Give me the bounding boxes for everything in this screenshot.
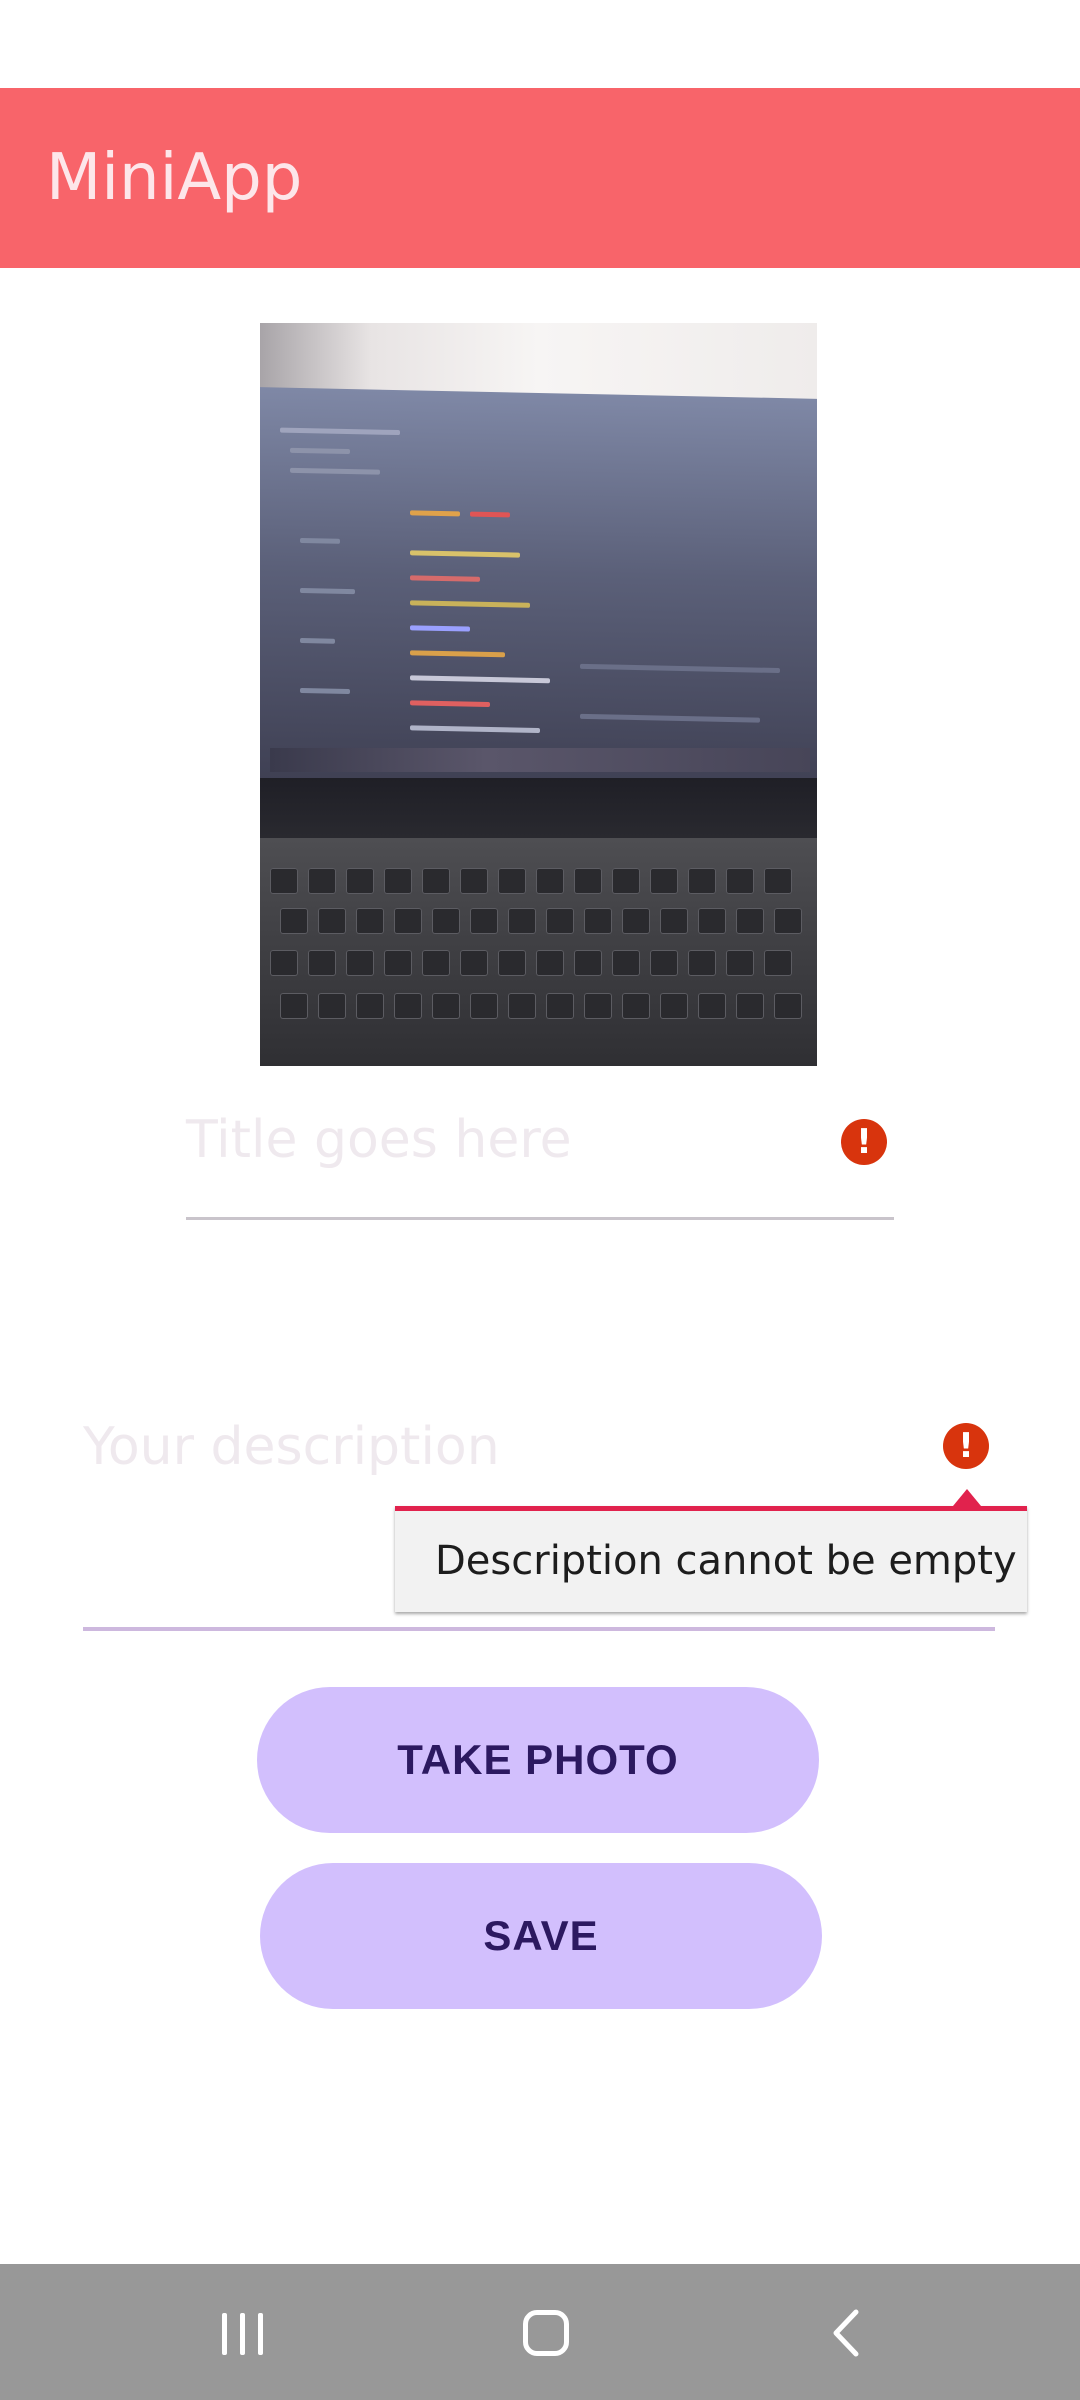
photo-laptop-screen <box>260 387 817 799</box>
error-popup-caret <box>953 1489 981 1506</box>
back-button[interactable] <box>778 2264 918 2400</box>
photo-taskbar <box>270 748 810 772</box>
back-icon <box>833 2309 859 2357</box>
recent-apps-icon <box>222 2313 266 2355</box>
recent-apps-button[interactable] <box>172 2264 312 2400</box>
description-error-message: Description cannot be empty <box>435 1538 1017 1584</box>
take-photo-button[interactable]: TAKE PHOTO <box>257 1687 819 1833</box>
title-field[interactable]: Title goes here ! <box>186 1100 894 1220</box>
title-error-icon[interactable]: ! <box>841 1119 887 1165</box>
app-bar: MiniApp <box>0 88 1080 268</box>
save-button[interactable]: SAVE <box>260 1863 822 2009</box>
photo-keyboard <box>260 838 817 1066</box>
app-title: MiniApp <box>46 141 303 215</box>
photo-preview <box>260 323 817 1066</box>
title-placeholder: Title goes here <box>186 1110 572 1170</box>
home-button[interactable] <box>474 2264 614 2400</box>
home-icon <box>523 2310 569 2356</box>
screen: MiniApp Title goes here ! Your descripti… <box>0 0 1080 2400</box>
description-error-popup: Description cannot be empty <box>395 1489 1027 1612</box>
system-nav-bar <box>0 2264 1080 2400</box>
description-error-icon[interactable]: ! <box>943 1423 989 1469</box>
description-placeholder: Your description <box>83 1417 500 1477</box>
